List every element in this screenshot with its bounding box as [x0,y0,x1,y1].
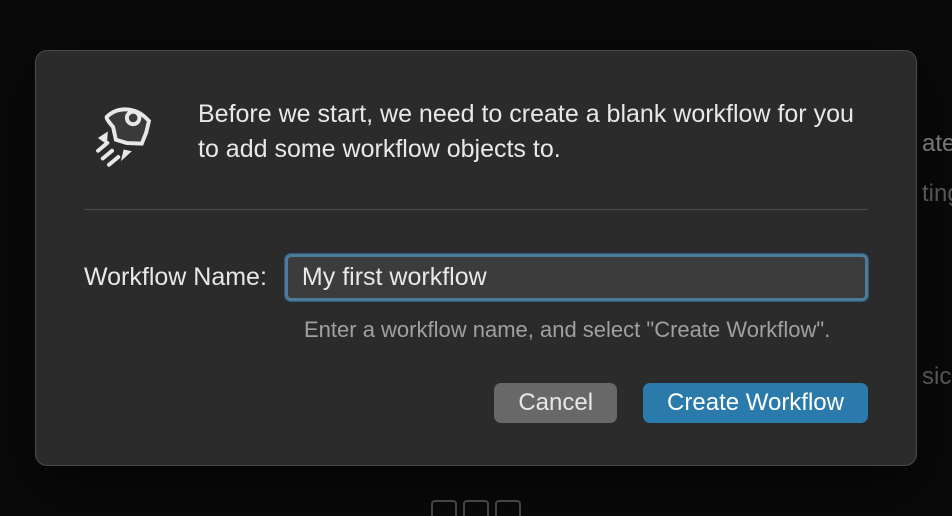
workflow-name-label: Workflow Name: [84,263,267,292]
dialog-footer: Cancel Create Workflow [36,353,916,465]
dialog-body: Workflow Name: Enter a workflow name, an… [36,210,916,353]
workflow-name-input[interactable] [285,254,868,301]
dialog-header: Before we start, we need to create a bla… [36,51,916,209]
dialog-header-text: Before we start, we need to create a bla… [198,97,868,167]
create-workflow-button[interactable]: Create Workflow [643,383,868,423]
cancel-button[interactable]: Cancel [494,383,617,423]
workflow-name-row: Workflow Name: [84,254,868,301]
background-squares [431,500,521,516]
workflow-name-help-text: Enter a workflow name, and select "Creat… [304,317,868,343]
rocket-icon [84,93,162,171]
background-truncated-text: ate ting sics [922,130,952,391]
create-workflow-dialog: Before we start, we need to create a bla… [35,50,917,466]
